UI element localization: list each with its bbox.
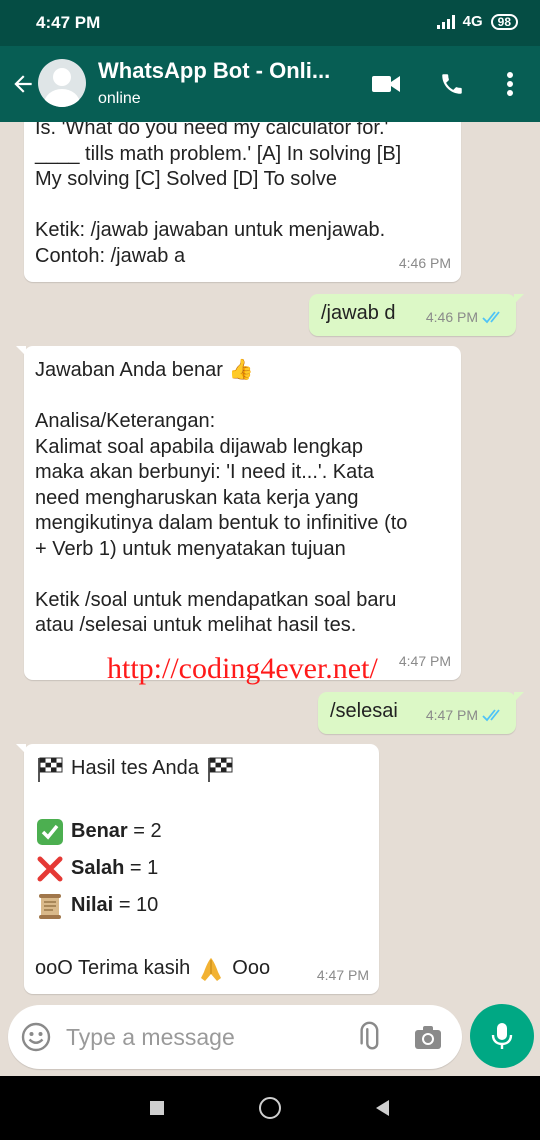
message-text: Is. 'What do you need my calculator for.… xyxy=(35,122,402,267)
folded-hands-icon xyxy=(201,957,222,981)
phone-call-icon[interactable] xyxy=(436,68,468,100)
message-outgoing[interactable]: /jawab d 4:46 PM xyxy=(309,294,524,336)
camera-icon[interactable] xyxy=(412,1021,444,1053)
message-input[interactable] xyxy=(66,1021,336,1053)
results-title: Hasil tes Anda xyxy=(71,756,199,779)
message-time: 4:46 PM xyxy=(426,305,506,331)
back-arrow-icon[interactable] xyxy=(8,64,38,104)
message-text: Jawaban Anda benar 👍 Analisa/Keterangan:… xyxy=(35,359,408,636)
status-bar: 4:47 PM 4G 98 xyxy=(0,0,540,46)
message-time: 4:47 PM xyxy=(426,703,506,729)
chat-header: WhatsApp Bot - Onli... online xyxy=(0,46,540,122)
result-row: Salah = 1 xyxy=(35,850,369,887)
watermark: http://coding4ever.net/ xyxy=(107,652,378,685)
network-type: 4G xyxy=(462,13,483,30)
home-icon[interactable] xyxy=(256,1094,284,1122)
chat-title[interactable]: WhatsApp Bot - Onli... xyxy=(98,58,330,84)
double-check-icon xyxy=(482,709,500,722)
recent-apps-icon[interactable] xyxy=(143,1094,171,1122)
result-row: Benar = 2 xyxy=(35,813,369,850)
result-row: Nilai = 10 xyxy=(35,887,369,924)
message-time: 4:46 PM xyxy=(398,254,451,271)
scroll-icon xyxy=(39,893,61,919)
avatar[interactable] xyxy=(38,59,86,107)
message-time: 4:47 PM xyxy=(316,966,369,983)
chat-status: online xyxy=(98,90,141,107)
status-icons: 4G 98 xyxy=(436,13,518,30)
chat-area[interactable]: Is. 'What do you need my calculator for.… xyxy=(0,122,540,1004)
double-check-icon xyxy=(482,311,500,324)
battery-icon: 98 xyxy=(490,13,518,30)
chequered-flag-icon xyxy=(207,757,233,782)
message-input-bar xyxy=(8,1005,462,1069)
battery-level: 98 xyxy=(497,14,511,29)
message-outgoing[interactable]: /selesai 4:47 PM xyxy=(318,692,524,734)
video-call-icon[interactable] xyxy=(370,68,402,100)
message-incoming[interactable]: Is. 'What do you need my calculator for.… xyxy=(24,122,461,282)
status-time: 4:47 PM xyxy=(36,13,101,32)
check-mark-icon xyxy=(37,818,63,845)
message-incoming[interactable]: Jawaban Anda benar 👍 Analisa/Keterangan:… xyxy=(16,346,461,680)
message-time: 4:47 PM xyxy=(398,652,451,669)
signal-icon xyxy=(436,14,455,29)
cross-mark-icon xyxy=(37,856,63,881)
back-nav-icon[interactable] xyxy=(368,1094,396,1122)
emoji-icon[interactable] xyxy=(20,1021,52,1053)
results-title-line: Hasil tes Anda xyxy=(35,750,369,787)
system-nav-bar xyxy=(0,1076,540,1140)
closing-text: ooO Terima kasih xyxy=(35,956,191,979)
closing-text-end: Ooo xyxy=(232,956,271,979)
microphone-button[interactable] xyxy=(470,1004,534,1068)
microphone-icon xyxy=(491,1023,513,1049)
more-options-icon[interactable] xyxy=(494,68,526,100)
paperclip-icon[interactable] xyxy=(352,1021,384,1053)
chequered-flag-icon xyxy=(38,757,63,782)
message-results[interactable]: Hasil tes Anda Benar = 2 Salah = 1 Nilai… xyxy=(16,744,379,994)
